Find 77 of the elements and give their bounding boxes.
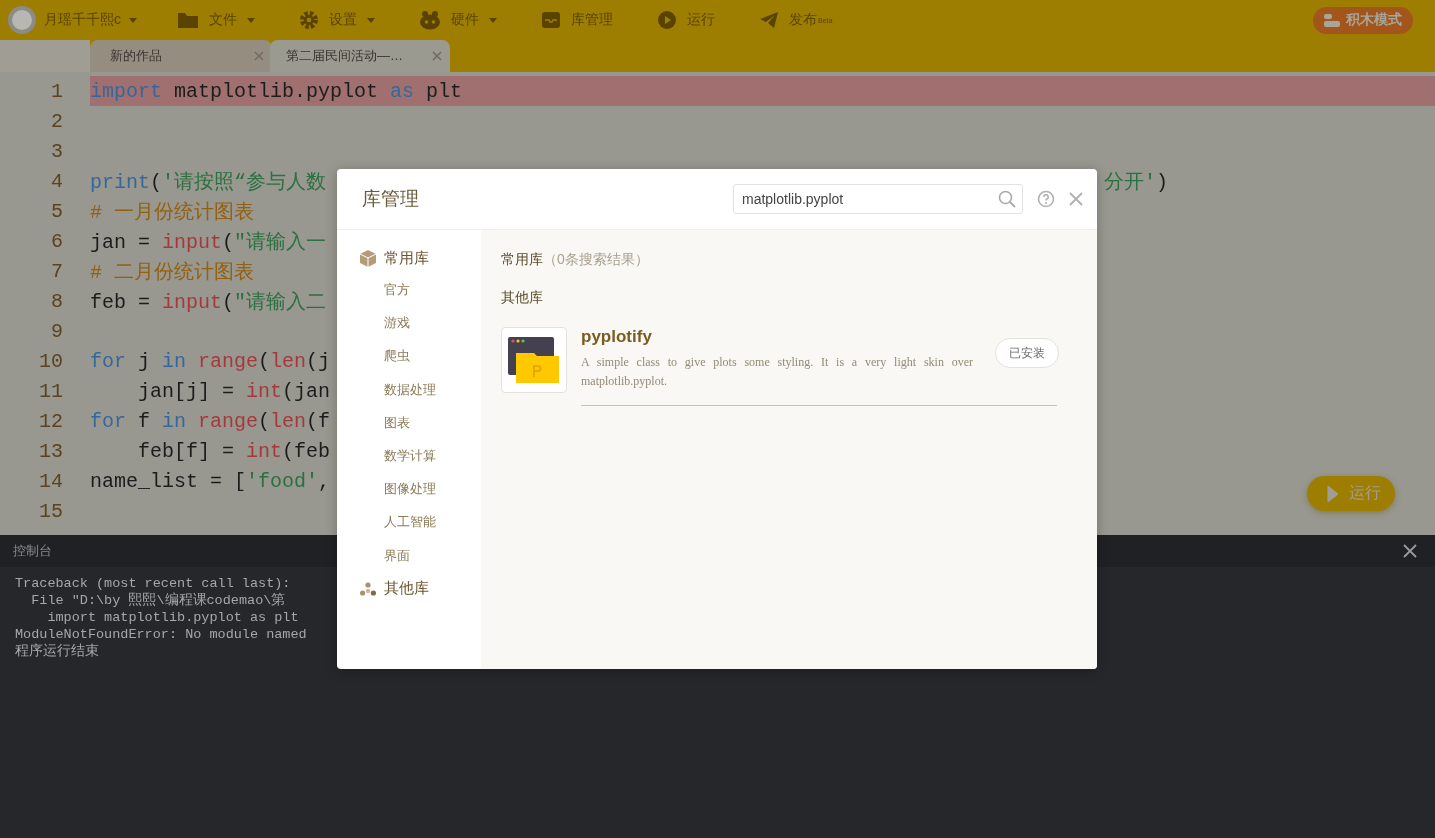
- installed-button[interactable]: 已安装: [995, 338, 1059, 368]
- code-line: feb = input("请输入二: [90, 289, 327, 315]
- result-count: （0条搜索结果）: [543, 251, 649, 269]
- category-item[interactable]: 其他库: [384, 579, 429, 599]
- folder-icon: [177, 11, 199, 29]
- line-number: 14: [38, 469, 63, 493]
- code-line: name_list = ['food',: [90, 469, 331, 493]
- line-number: 4: [50, 169, 63, 193]
- section-heading: 其他库: [501, 289, 543, 305]
- subcategory-item[interactable]: 数学计算: [384, 446, 436, 465]
- code-line: print('请按照“参与人数: [90, 169, 327, 195]
- menu-item[interactable]: 库管理: [571, 11, 613, 29]
- subcategory-item[interactable]: 数据处理: [384, 380, 436, 399]
- console-line: Traceback (most recent call last):: [15, 575, 291, 592]
- line-number: 8: [50, 289, 63, 313]
- code-line: # 二月份统计图表: [90, 259, 254, 285]
- code-line: # 一月份统计图表: [90, 199, 254, 225]
- code-line: 分开'): [1103, 169, 1168, 195]
- console-title: 控制台: [13, 542, 52, 560]
- folder-window-icon: [506, 335, 562, 385]
- console-line: 程序运行结束: [15, 643, 99, 660]
- inbox-icon: [541, 11, 561, 29]
- line-number: 1: [50, 79, 63, 103]
- subcategory-item[interactable]: 人工智能: [384, 513, 436, 532]
- menu-item[interactable]: 发布$^{Beta}$: [789, 11, 833, 29]
- play-icon: [1327, 484, 1339, 503]
- code-line: for j in range(len(j: [90, 349, 331, 373]
- line-number: 6: [50, 229, 63, 253]
- line-number: 7: [50, 259, 63, 283]
- menu-item[interactable]: 运行: [687, 11, 715, 29]
- file-tab[interactable]: 第二届民间活动—…: [270, 40, 450, 72]
- code-line: import matplotlib.pyplot as plt: [90, 79, 463, 103]
- code-line: jan = input("请输入一: [90, 229, 327, 255]
- package-description: A simple class to give plots some styling. It is a very light skin over matplotlib.pyplot.: [581, 354, 973, 390]
- subcategory-item[interactable]: 官方: [384, 281, 410, 299]
- blocks-icon: [1324, 13, 1340, 27]
- send-icon: [759, 11, 779, 29]
- subcategory-item[interactable]: 图表: [384, 413, 410, 432]
- search-field[interactable]: matplotlib.pyplot: [733, 184, 1023, 214]
- subcategory-item[interactable]: 界面: [384, 546, 410, 565]
- nodes-icon: [360, 581, 376, 596]
- line-number: 5: [50, 199, 63, 223]
- line-number: 10: [38, 349, 63, 373]
- subcategory-item[interactable]: 游戏: [384, 314, 410, 333]
- file-tab[interactable]: 新的作品: [90, 40, 272, 72]
- line-number: 2: [50, 109, 63, 133]
- code-line: for f in range(len(f: [90, 409, 331, 433]
- line-number: 13: [38, 439, 63, 463]
- console-line: import matplotlib.pyplot as plt: [46, 609, 299, 626]
- line-number: 3: [50, 139, 63, 163]
- menu-item[interactable]: 设置: [329, 11, 357, 29]
- subcategory-item[interactable]: 图像处理: [384, 480, 436, 499]
- user-name[interactable]: 月瑶千千熙c: [44, 11, 121, 29]
- caret-icon: [129, 17, 137, 23]
- console-line: File "D:\by 熙熙\编程课codemao\第: [30, 592, 286, 609]
- avatar-icon[interactable]: [8, 6, 36, 34]
- category-item[interactable]: 常用库: [384, 248, 429, 268]
- close-icon[interactable]: [1403, 544, 1417, 558]
- line-number: 9: [50, 319, 63, 343]
- code-line: jan[j] = int(jan: [137, 379, 331, 403]
- line-number: 12: [38, 409, 63, 433]
- menu-item[interactable]: 文件: [209, 11, 237, 29]
- gear-icon: [299, 10, 319, 30]
- subcategory-item[interactable]: 爬虫: [384, 347, 410, 366]
- menu-item[interactable]: 硬件: [451, 11, 479, 29]
- line-number: 15: [38, 499, 63, 523]
- search-icon[interactable]: [998, 190, 1016, 208]
- console-line: ModuleNotFoundError: No module named: [15, 626, 307, 643]
- dialog-title: 库管理: [362, 187, 419, 211]
- line-number: 11: [38, 379, 63, 403]
- section-heading: 常用库: [501, 251, 543, 269]
- package-name: pyplotify: [581, 327, 652, 347]
- code-line: feb[f] = int(feb: [137, 439, 331, 463]
- robot-icon: [419, 10, 441, 30]
- help-icon[interactable]: [1037, 190, 1055, 208]
- cube-icon: [360, 249, 376, 267]
- play-icon: [657, 10, 677, 30]
